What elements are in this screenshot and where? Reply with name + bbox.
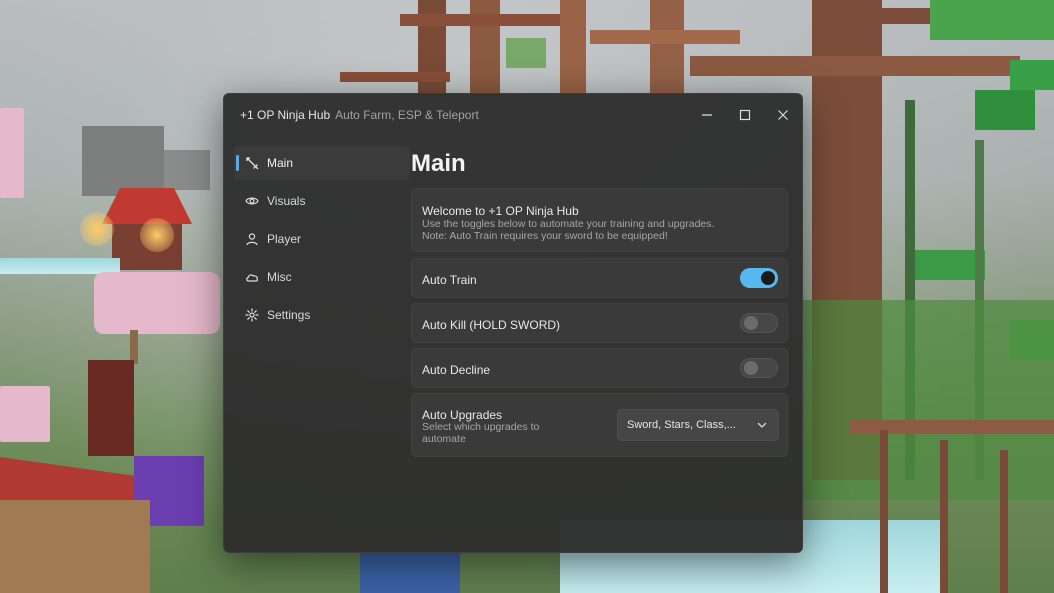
auto-upgrades-row: Auto Upgrades Select which upgrades to a… xyxy=(411,393,788,457)
tree-trunk xyxy=(130,330,138,364)
sword-icon xyxy=(245,156,259,170)
cherry-blossom xyxy=(0,386,50,442)
sidebar-item-settings[interactable]: Settings xyxy=(234,298,410,332)
auto-kill-label: Auto Kill (HOLD SWORD) xyxy=(422,318,561,332)
lantern-glow xyxy=(80,212,114,246)
auto-kill-row: Auto Kill (HOLD SWORD) xyxy=(411,303,788,343)
maximize-icon xyxy=(739,109,751,121)
auto-upgrades-description: Select which upgrades to automate xyxy=(422,421,540,445)
wood-beam xyxy=(590,30,740,44)
maximize-button[interactable] xyxy=(726,94,764,136)
cherry-blossom xyxy=(94,272,220,334)
bridge-post xyxy=(940,440,948,593)
wood-beam xyxy=(340,72,450,82)
tree-leaves xyxy=(975,90,1035,130)
red-pillar xyxy=(88,360,134,456)
window-title: +1 OP Ninja Hub xyxy=(240,108,331,122)
cloud-icon xyxy=(245,270,259,284)
minimize-button[interactable] xyxy=(688,94,726,136)
sidebar-item-player[interactable]: Player xyxy=(234,222,410,256)
auto-train-row: Auto Train xyxy=(411,258,788,298)
dropdown-value: Sword, Stars, Class,... xyxy=(627,419,736,431)
sidebar-item-label: Misc xyxy=(267,270,292,284)
toggle-knob xyxy=(744,316,758,330)
tree-leaves xyxy=(930,0,1054,40)
welcome-line-1: Use the toggles below to automate your t… xyxy=(422,218,715,230)
sidebar: Main Visuals Player Misc Settings xyxy=(234,146,410,336)
auto-kill-toggle[interactable] xyxy=(740,313,778,333)
sidebar-item-visuals[interactable]: Visuals xyxy=(234,184,410,218)
toggle-knob xyxy=(761,271,775,285)
auto-decline-row: Auto Decline xyxy=(411,348,788,388)
user-icon xyxy=(245,232,259,246)
title-bar[interactable]: +1 OP Ninja Hub Auto Farm, ESP & Telepor… xyxy=(224,94,802,136)
auto-decline-toggle[interactable] xyxy=(740,358,778,378)
auto-train-toggle[interactable] xyxy=(740,268,778,288)
gear-icon xyxy=(245,308,259,322)
grass-ground xyxy=(803,300,1054,500)
window-subtitle: Auto Farm, ESP & Teleport xyxy=(335,108,479,122)
chevron-down-icon xyxy=(757,422,767,428)
sidebar-item-label: Main xyxy=(267,156,294,170)
blue-wall xyxy=(360,553,460,593)
window-controls xyxy=(688,94,802,136)
sidebar-item-main[interactable]: Main xyxy=(234,146,410,180)
welcome-line-2: Note: Auto Train requires your sword to … xyxy=(422,230,668,242)
sidebar-item-misc[interactable]: Misc xyxy=(234,260,410,294)
wooden-hut xyxy=(0,500,150,593)
tree-leaves xyxy=(1010,60,1054,90)
sidebar-item-label: Settings xyxy=(267,308,311,322)
upgrades-dropdown[interactable]: Sword, Stars, Class,... xyxy=(617,409,779,441)
bridge-post xyxy=(880,430,888,593)
toggle-knob xyxy=(744,361,758,375)
welcome-card: Welcome to +1 OP Ninja Hub Use the toggl… xyxy=(411,188,788,252)
auto-train-label: Auto Train xyxy=(422,273,477,287)
page-title: Main xyxy=(411,150,466,177)
close-button[interactable] xyxy=(764,94,802,136)
lantern-glow xyxy=(140,218,174,252)
distant-building xyxy=(164,150,210,190)
bridge-post xyxy=(1000,450,1008,593)
distant-building xyxy=(82,126,164,196)
tree-trunk xyxy=(650,0,684,95)
minimize-icon xyxy=(702,114,712,116)
welcome-heading: Welcome to +1 OP Ninja Hub xyxy=(422,204,579,218)
hub-window: +1 OP Ninja Hub Auto Farm, ESP & Telepor… xyxy=(223,93,803,553)
tree-leaves xyxy=(506,38,546,68)
tree-trunk xyxy=(560,0,586,95)
wood-beam xyxy=(400,14,560,26)
sidebar-item-label: Player xyxy=(267,232,302,246)
auto-upgrades-label: Auto Upgrades xyxy=(422,408,503,422)
cherry-blossom xyxy=(0,108,24,198)
close-icon xyxy=(778,110,788,120)
sidebar-item-label: Visuals xyxy=(267,194,306,208)
wood-beam xyxy=(690,56,1020,76)
auto-decline-label: Auto Decline xyxy=(422,363,491,377)
eye-icon xyxy=(245,194,259,208)
